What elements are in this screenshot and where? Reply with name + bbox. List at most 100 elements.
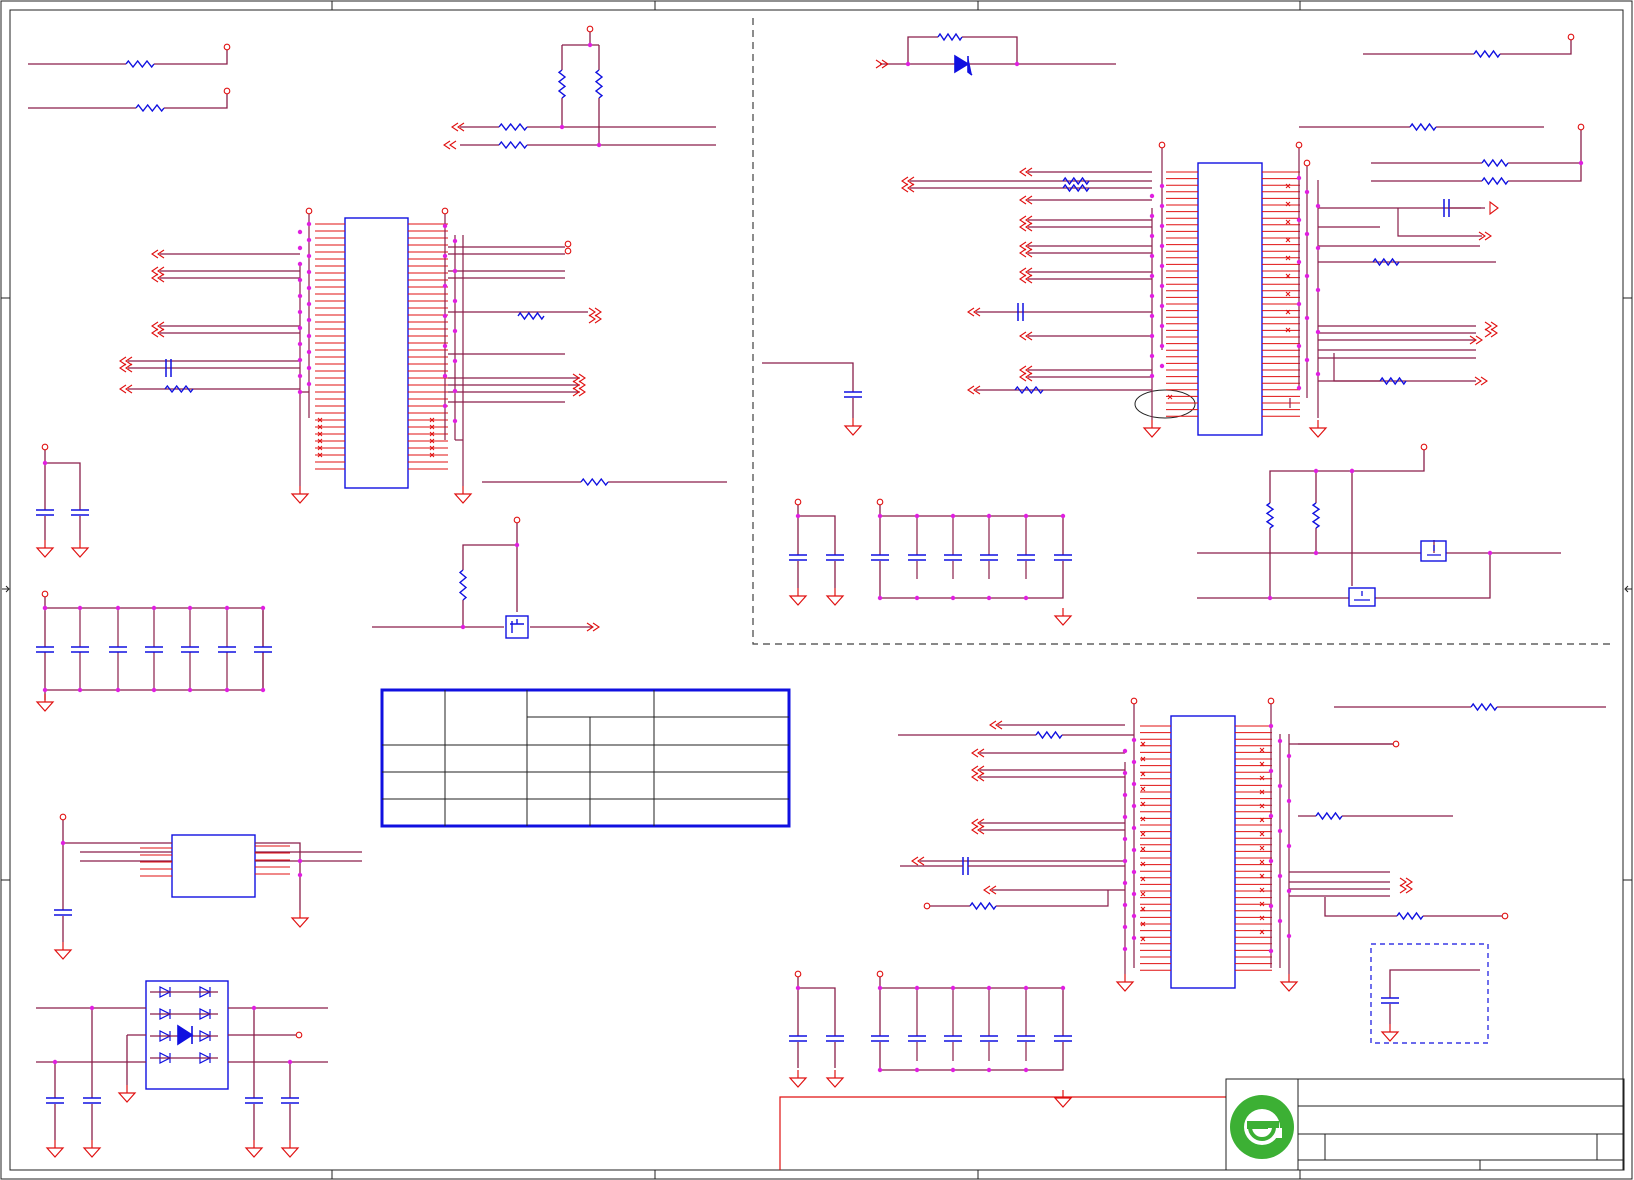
junction-dot bbox=[1349, 468, 1355, 474]
junction-dot bbox=[1277, 873, 1283, 879]
capacitor bbox=[1017, 554, 1035, 561]
junction-dot bbox=[1149, 253, 1155, 259]
ground-icon bbox=[290, 910, 310, 928]
junction-dot bbox=[986, 1067, 992, 1073]
junction-dot bbox=[1315, 371, 1321, 377]
power-port-icon bbox=[59, 813, 67, 821]
right-connector-u2 bbox=[1134, 162, 1263, 436]
junction-dot bbox=[297, 341, 303, 347]
capacitor bbox=[944, 1035, 962, 1042]
no-connect-icon bbox=[1167, 394, 1173, 400]
junction-dot bbox=[1122, 880, 1128, 886]
capacitor bbox=[46, 1097, 64, 1104]
capacitor bbox=[789, 1035, 807, 1042]
junction-dot bbox=[77, 687, 83, 693]
left-decoupling-caps-small bbox=[44, 450, 81, 540]
no-connect-icon bbox=[1259, 775, 1265, 781]
capacitor bbox=[944, 554, 962, 561]
junction-dot bbox=[260, 605, 266, 611]
junction-dot bbox=[224, 687, 230, 693]
junction-dot bbox=[1149, 373, 1155, 379]
capacitor bbox=[789, 554, 807, 561]
junction-dot bbox=[877, 595, 883, 601]
schematic-sheet bbox=[0, 0, 1634, 1180]
small-ic-u4 bbox=[62, 820, 362, 942]
junction-dot bbox=[42, 605, 48, 611]
junction-dot bbox=[877, 513, 883, 519]
right-decoupling-caps-upper bbox=[797, 505, 1064, 599]
no-connect-icon bbox=[1285, 291, 1291, 297]
capacitor bbox=[54, 909, 72, 916]
level-shift-mosfet-left bbox=[372, 523, 592, 639]
junction-dot bbox=[950, 513, 956, 519]
resistor bbox=[557, 69, 567, 99]
resistor bbox=[125, 59, 155, 69]
resistor bbox=[1379, 376, 1407, 386]
junction-dot bbox=[442, 403, 448, 409]
capacitor bbox=[109, 646, 127, 653]
junction-dot bbox=[442, 223, 448, 229]
junction-dot bbox=[1315, 287, 1321, 293]
ground-icon bbox=[1142, 420, 1162, 438]
junction-dot bbox=[52, 1059, 58, 1065]
capacitor bbox=[83, 1097, 101, 1104]
junction-dot bbox=[1131, 759, 1137, 765]
junction-dot bbox=[1149, 353, 1155, 359]
junction-dot bbox=[1131, 803, 1137, 809]
power-port-icon bbox=[876, 970, 884, 978]
resistor bbox=[1311, 502, 1321, 529]
junction-dot bbox=[297, 858, 303, 864]
junction-dot bbox=[1159, 363, 1165, 369]
junction-dot bbox=[297, 245, 303, 251]
ground-icon bbox=[1308, 420, 1328, 438]
junction-dot bbox=[1122, 858, 1128, 864]
resistor bbox=[1265, 502, 1275, 529]
junction-dot bbox=[297, 872, 303, 878]
no-connect-icon bbox=[1285, 183, 1291, 189]
junction-dot bbox=[905, 61, 911, 67]
ground-icon bbox=[1380, 1024, 1400, 1042]
junction-dot bbox=[1315, 329, 1321, 335]
ground-icon bbox=[453, 486, 473, 504]
junction-dot bbox=[1159, 323, 1165, 329]
junction-dot bbox=[297, 357, 303, 363]
junction-dot bbox=[1149, 333, 1155, 339]
ground-icon bbox=[788, 588, 808, 606]
capacitor bbox=[145, 646, 163, 653]
junction-dot bbox=[587, 42, 593, 48]
ground-icon bbox=[35, 694, 55, 712]
capacitor bbox=[871, 1035, 889, 1042]
capacitor bbox=[1054, 1035, 1072, 1042]
resistor bbox=[594, 69, 604, 99]
power-port-icon bbox=[223, 43, 231, 51]
configuration-table bbox=[380, 688, 791, 828]
no-connect-icon bbox=[1259, 747, 1265, 753]
junction-dot bbox=[950, 1067, 956, 1073]
junction-dot bbox=[151, 687, 157, 693]
junction-dot bbox=[1487, 550, 1493, 556]
junction-dot bbox=[115, 687, 121, 693]
no-connect-icon bbox=[1259, 915, 1265, 921]
junction-dot bbox=[306, 349, 312, 355]
junction-dot bbox=[1296, 343, 1302, 349]
junction-dot bbox=[151, 605, 157, 611]
junction-dot bbox=[1149, 193, 1155, 199]
junction-dot bbox=[1268, 858, 1274, 864]
junction-dot bbox=[442, 373, 448, 379]
junction-dot bbox=[1023, 1067, 1029, 1073]
junction-dot bbox=[1131, 891, 1137, 897]
junction-dot bbox=[1286, 888, 1292, 894]
junction-dot bbox=[1304, 273, 1310, 279]
junction-dot bbox=[297, 293, 303, 299]
junction-dot bbox=[1122, 902, 1128, 908]
junction-dot bbox=[1122, 924, 1128, 930]
capacitor bbox=[826, 1035, 844, 1042]
power-port-icon bbox=[305, 207, 313, 215]
dashed-section-border bbox=[752, 18, 1615, 645]
capacitor bbox=[844, 391, 862, 398]
capacitor bbox=[71, 509, 89, 516]
offpage-connector-icon bbox=[588, 314, 602, 324]
power-port-icon bbox=[41, 443, 49, 451]
capacitor bbox=[1017, 1035, 1035, 1042]
power-port-icon bbox=[295, 1031, 303, 1039]
